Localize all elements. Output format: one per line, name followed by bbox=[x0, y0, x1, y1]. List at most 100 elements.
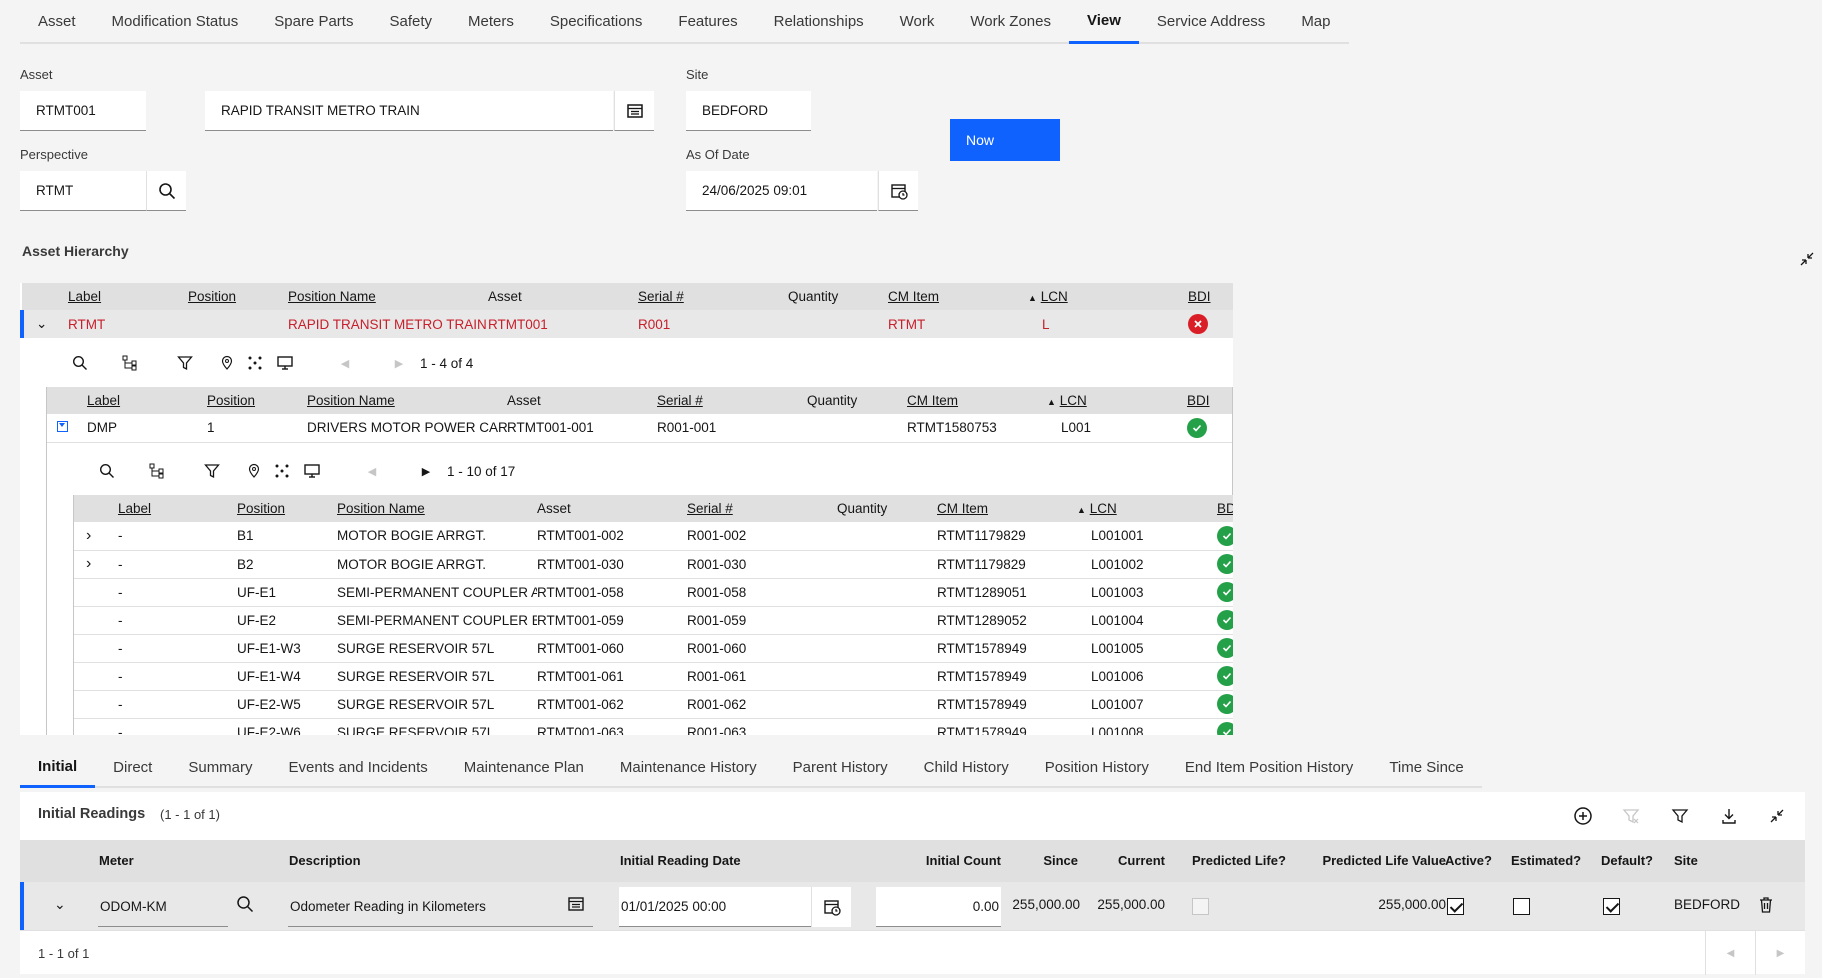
level2-next-page-icon[interactable]: ▶ bbox=[411, 457, 441, 485]
level1-filter-button[interactable] bbox=[170, 349, 200, 377]
level2-tree-button[interactable] bbox=[142, 457, 172, 485]
date-picker-button[interactable] bbox=[878, 171, 918, 211]
level2-location-button[interactable] bbox=[239, 457, 269, 485]
tab-summary[interactable]: Summary bbox=[170, 748, 271, 788]
tab-work-zones[interactable]: Work Zones bbox=[952, 0, 1069, 44]
clear-filter-button[interactable] bbox=[1620, 805, 1642, 827]
predicted-life-checkbox[interactable] bbox=[1192, 897, 1209, 915]
readings-prev-page-icon[interactable]: ◀ bbox=[1705, 931, 1755, 975]
tab-safety[interactable]: Safety bbox=[371, 0, 450, 44]
col-bdi[interactable]: BDI bbox=[1188, 283, 1233, 310]
filter-button[interactable] bbox=[1669, 805, 1691, 827]
level1-prev-page-icon[interactable]: ◀ bbox=[330, 349, 360, 377]
asset-description-field[interactable]: RAPID TRANSIT METRO TRAIN bbox=[205, 91, 613, 131]
col-serial[interactable]: Serial # bbox=[638, 283, 788, 310]
active-checkbox[interactable] bbox=[1447, 897, 1464, 915]
l2-col-bdi[interactable]: BDI bbox=[1217, 495, 1233, 522]
l2-col-position[interactable]: Position bbox=[237, 495, 337, 522]
level1-location-button[interactable] bbox=[212, 349, 242, 377]
col-lcn[interactable]: ▲ LCN bbox=[1028, 283, 1188, 310]
tab-maintenance-history[interactable]: Maintenance History bbox=[601, 748, 775, 788]
level1-next-page-icon[interactable]: ▶ bbox=[384, 349, 414, 377]
as-of-date-field[interactable]: 24/06/2025 09:01 bbox=[686, 171, 877, 211]
table-row[interactable]: - UF-E2-W6 SURGE RESERVOIR 57L RTMT001-063 R… bbox=[74, 718, 1233, 735]
tab-map[interactable]: Map bbox=[1283, 0, 1349, 44]
table-row[interactable]: - UF-E2 SEMI-PERMANENT COUPLER B RTMT001-05… bbox=[74, 606, 1233, 635]
col-label[interactable]: Label bbox=[68, 283, 188, 310]
hierarchy-root-row[interactable]: ⌄ RTMT RAPID TRANSIT METRO TRAIN RTMT001… bbox=[20, 310, 1233, 338]
tab-view[interactable]: View bbox=[1069, 0, 1139, 44]
table-row[interactable]: - UF-E2-W5 SURGE RESERVOIR 57L RTMT001-062 R… bbox=[74, 690, 1233, 719]
table-row[interactable]: - UF-E1-W3 SURGE RESERVOIR 57L RTMT001-060 R… bbox=[74, 634, 1233, 663]
tab-asset[interactable]: Asset bbox=[20, 0, 94, 44]
level1-display-button[interactable] bbox=[270, 349, 300, 377]
initial-reading-date-field[interactable]: 01/01/2025 00:00 bbox=[619, 887, 811, 927]
table-row[interactable]: - UF-E1-W4 SURGE RESERVOIR 57L RTMT001-061 R… bbox=[74, 662, 1233, 691]
level1-scatter-button[interactable] bbox=[240, 349, 270, 377]
tab-relationships[interactable]: Relationships bbox=[755, 0, 882, 44]
row-expander[interactable]: › bbox=[74, 522, 118, 551]
perspective-search-button[interactable] bbox=[146, 171, 186, 211]
long-description-button[interactable] bbox=[614, 91, 654, 131]
collapse-section-button[interactable] bbox=[1798, 250, 1816, 268]
level2-filter-button[interactable] bbox=[197, 457, 227, 485]
l2-col-serial[interactable]: Serial # bbox=[687, 495, 837, 522]
default-checkbox[interactable] bbox=[1603, 897, 1620, 915]
expand-chevron-icon[interactable]: › bbox=[86, 555, 91, 572]
tab-initial[interactable]: Initial bbox=[20, 748, 96, 788]
col-cm-item[interactable]: CM Item bbox=[888, 283, 1028, 310]
reading-row[interactable]: ⌄ ODOM-KM Odometer Reading in Kilometers… bbox=[20, 882, 1805, 930]
expanded-square-icon[interactable] bbox=[57, 421, 68, 433]
l1-col-serial[interactable]: Serial # bbox=[657, 387, 807, 414]
row-expander[interactable]: › bbox=[74, 550, 118, 579]
l2-col-lcn[interactable]: ▲ LCN bbox=[1077, 495, 1217, 522]
description-detail-button[interactable] bbox=[567, 895, 585, 916]
now-button[interactable]: Now bbox=[950, 119, 1060, 161]
readings-next-page-icon[interactable]: ▶ bbox=[1755, 931, 1805, 975]
l1-col-lcn[interactable]: ▲ LCN bbox=[1047, 387, 1187, 414]
level2-prev-page-icon[interactable]: ◀ bbox=[357, 457, 387, 485]
tab-work[interactable]: Work bbox=[881, 0, 953, 44]
description-field[interactable]: Odometer Reading in Kilometers bbox=[288, 887, 593, 927]
tab-maintenance-plan[interactable]: Maintenance Plan bbox=[445, 748, 602, 788]
l1-col-bdi[interactable]: BDI bbox=[1187, 387, 1232, 414]
initial-count-field[interactable]: 0.00 bbox=[876, 887, 1001, 927]
table-row[interactable]: › - B1 MOTOR BOGIE ARRGT. RTMT001-002 R001-00… bbox=[74, 522, 1233, 551]
level1-search-button[interactable] bbox=[65, 349, 95, 377]
tab-service-address[interactable]: Service Address bbox=[1138, 0, 1284, 44]
tab-parent-history[interactable]: Parent History bbox=[774, 748, 906, 788]
l2-col-label[interactable]: Label bbox=[118, 495, 237, 522]
level1-row[interactable]: DMP 1 DRIVERS MOTOR POWER CAR RTMT001-00… bbox=[47, 414, 1232, 443]
tab-features[interactable]: Features bbox=[660, 0, 756, 44]
expand-chevron-icon[interactable]: ⌄ bbox=[54, 896, 66, 913]
level2-search-button[interactable] bbox=[92, 457, 122, 485]
tab-spare-parts[interactable]: Spare Parts bbox=[256, 0, 372, 44]
l2-col-position-name[interactable]: Position Name bbox=[337, 495, 537, 522]
tab-child-history[interactable]: Child History bbox=[905, 748, 1027, 788]
tab-time-since[interactable]: Time Since bbox=[1371, 748, 1482, 788]
l1-col-position-name[interactable]: Position Name bbox=[307, 387, 507, 414]
col-position[interactable]: Position bbox=[188, 283, 288, 310]
table-row[interactable]: - UF-E1 SEMI-PERMANENT COUPLER A RTMT001-05… bbox=[74, 578, 1233, 607]
l1-col-position[interactable]: Position bbox=[207, 387, 307, 414]
l1-col-label[interactable]: Label bbox=[87, 387, 207, 414]
tab-position-history[interactable]: Position History bbox=[1026, 748, 1167, 788]
download-button[interactable] bbox=[1718, 805, 1740, 827]
asset-field[interactable]: RTMT001 bbox=[20, 91, 146, 131]
table-row[interactable]: › - B2 MOTOR BOGIE ARRGT. RTMT001-030 R001-03… bbox=[74, 550, 1233, 579]
col-position-name[interactable]: Position Name bbox=[288, 283, 488, 310]
perspective-field[interactable]: RTMT bbox=[20, 171, 146, 211]
tab-events-and-incidents[interactable]: Events and Incidents bbox=[270, 748, 446, 788]
tab-end-item-position-history[interactable]: End Item Position History bbox=[1166, 748, 1372, 788]
tab-meters[interactable]: Meters bbox=[450, 0, 532, 44]
site-field[interactable]: BEDFORD bbox=[686, 91, 811, 131]
add-reading-button[interactable] bbox=[1572, 805, 1594, 827]
l1-col-cm-item[interactable]: CM Item bbox=[907, 387, 1047, 414]
meter-field[interactable]: ODOM-KM bbox=[98, 887, 228, 927]
level2-scatter-button[interactable] bbox=[267, 457, 297, 485]
level2-display-button[interactable] bbox=[297, 457, 327, 485]
l2-col-cm-item[interactable]: CM Item bbox=[937, 495, 1077, 522]
collapse-chevron-icon[interactable]: ⌄ bbox=[20, 310, 68, 338]
reading-date-picker-button[interactable] bbox=[811, 887, 851, 927]
expand-chevron-icon[interactable]: › bbox=[86, 527, 91, 544]
